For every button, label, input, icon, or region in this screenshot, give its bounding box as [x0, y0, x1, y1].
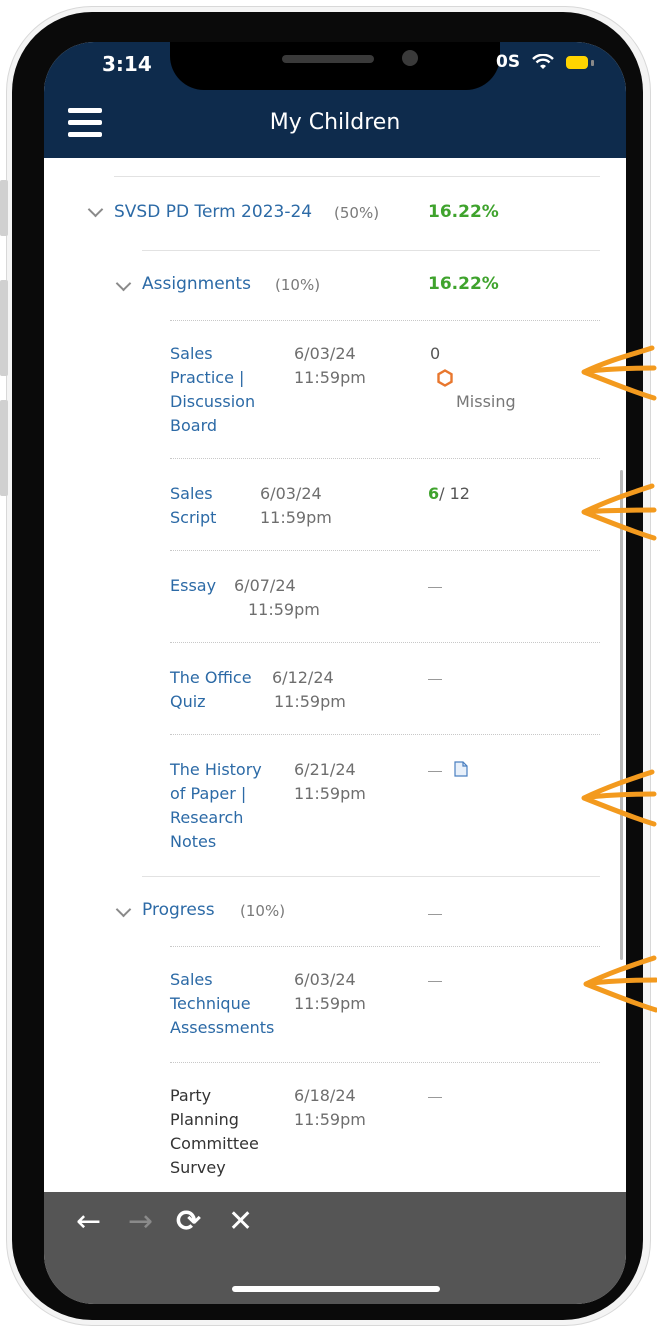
score: 6/ 12	[428, 484, 470, 503]
category-weight: (10%)	[275, 276, 321, 294]
back-arrow-icon[interactable]: ←	[76, 1204, 101, 1239]
due-date: 6/07/24 11:59pm	[234, 576, 320, 619]
annotation-arrow-icon	[581, 483, 657, 541]
chevron-down-icon[interactable]	[115, 275, 132, 292]
no-score-dash	[428, 1097, 442, 1098]
assignment-title-link[interactable]: Sales Technique Assessments	[170, 968, 274, 1040]
chevron-down-icon[interactable]	[115, 901, 132, 918]
document-icon[interactable]	[454, 761, 468, 777]
divider	[142, 250, 600, 251]
speaker	[282, 55, 374, 63]
due-date: 6/18/24 11:59pm	[294, 1086, 366, 1129]
no-score-dash	[428, 771, 442, 772]
category-grade: 16.22%	[428, 274, 499, 294]
no-score-dash	[428, 981, 442, 982]
assignment-title: Party Planning Committee Survey	[170, 1086, 259, 1177]
mute-switch	[0, 180, 8, 236]
app-header: 3:14 0S My Children	[44, 42, 626, 158]
forward-arrow-icon[interactable]: →	[128, 1204, 153, 1239]
divider	[170, 734, 600, 735]
score: 0	[430, 344, 441, 363]
battery-tip	[591, 60, 594, 66]
battery-icon	[566, 56, 588, 69]
missing-status: Missing	[456, 392, 516, 411]
volume-up-button	[0, 280, 8, 376]
due-date: 6/21/24 11:59pm	[294, 760, 366, 803]
no-grade-dash	[428, 914, 442, 915]
term-grade: 16.22%	[428, 202, 499, 222]
status-time: 3:14	[102, 52, 152, 76]
divider	[170, 458, 600, 459]
due-date: 6/03/24 11:59pm	[294, 970, 366, 1013]
divider	[170, 320, 600, 321]
divider	[170, 946, 600, 947]
assignment-title-link[interactable]: Sales Practice | Discussion Board	[170, 342, 255, 438]
divider	[170, 550, 600, 551]
annotation-arrow-icon	[581, 769, 657, 827]
no-score-dash	[428, 587, 442, 588]
divider	[142, 876, 600, 877]
assignment-title-link[interactable]: The History of Paper | Research Notes	[170, 758, 262, 854]
notch	[170, 42, 500, 90]
category-weight: (10%)	[240, 902, 286, 920]
assignment-title-link[interactable]: Sales Script	[170, 482, 216, 530]
camera	[402, 50, 418, 66]
wifi-icon	[532, 54, 554, 69]
phone-screen: 3:14 0S My Children SVSD PD Term 2023-24…	[44, 42, 626, 1304]
status-carrier: 0S	[496, 52, 521, 72]
chevron-down-icon[interactable]	[87, 201, 104, 218]
category-name-progress[interactable]: Progress	[142, 900, 215, 920]
divider	[170, 1062, 600, 1063]
no-score-dash	[428, 679, 442, 680]
assignment-title-link[interactable]: Essay	[170, 574, 216, 598]
grades-list: SVSD PD Term 2023-24 (50%) 16.22% Assign…	[44, 158, 626, 1192]
divider	[170, 642, 600, 643]
annotation-arrow-icon	[581, 345, 657, 401]
due-date: 6/03/24 11:59pm	[260, 484, 332, 527]
volume-down-button	[0, 400, 8, 496]
term-name[interactable]: SVSD PD Term 2023-24	[114, 202, 312, 222]
home-indicator[interactable]	[232, 1286, 440, 1292]
category-name-assignments[interactable]: Assignments	[142, 274, 251, 294]
reload-icon[interactable]: ⟳	[176, 1204, 201, 1239]
annotation-arrow-icon	[583, 955, 657, 1013]
assignment-title-link[interactable]: The Office Quiz	[170, 666, 252, 714]
missing-hexagon-icon	[437, 369, 453, 387]
term-weight: (50%)	[334, 204, 380, 222]
divider	[114, 176, 600, 177]
due-date: 6/03/24 11:59pm	[294, 344, 366, 387]
page-title: My Children	[269, 110, 401, 135]
due-date: 6/12/24 11:59pm	[272, 668, 346, 711]
close-icon[interactable]: ✕	[228, 1204, 253, 1239]
